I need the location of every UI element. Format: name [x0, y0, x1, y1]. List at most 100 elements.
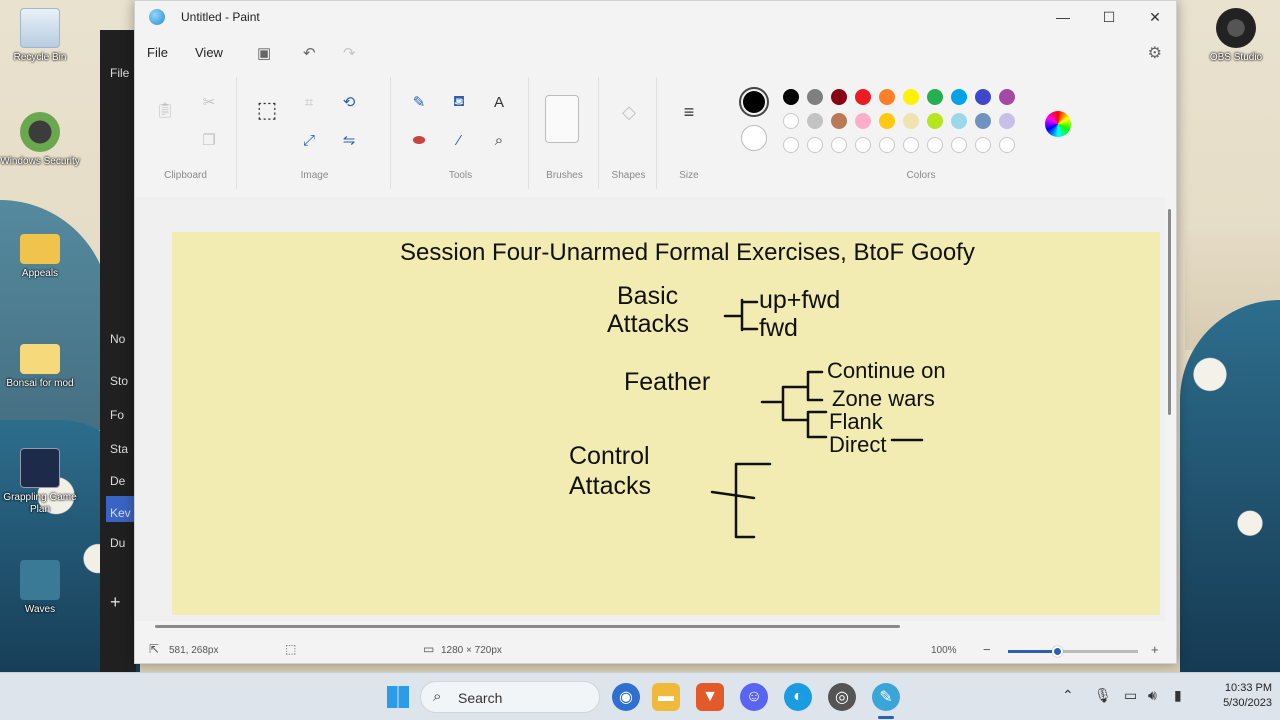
color-swatch[interactable]	[999, 89, 1015, 105]
color-swatch[interactable]	[783, 89, 799, 105]
zoom-slider-thumb[interactable]	[1052, 646, 1063, 657]
color-swatch[interactable]	[927, 113, 943, 129]
close-button[interactable]: ✕	[1132, 1, 1178, 33]
custom-color-slot[interactable]	[831, 137, 847, 153]
bg-app-item[interactable]: No	[110, 332, 125, 346]
bg-app-item[interactable]: De	[110, 474, 125, 488]
background-app-window[interactable]: File No Sto Fo Sta De Kev Du +	[100, 30, 136, 672]
custom-color-slot[interactable]	[999, 137, 1015, 153]
desktop-icon-bonsai[interactable]: Bonsai for mod	[0, 338, 80, 390]
eraser-icon[interactable]: ⬬	[405, 127, 433, 153]
desktop-icon-recycle-bin[interactable]: Recycle Bin	[0, 8, 80, 64]
menu-view[interactable]: View	[195, 45, 223, 60]
flip-icon[interactable]: ⇋	[335, 127, 363, 153]
color-swatch[interactable]	[879, 113, 895, 129]
title-bar[interactable]: Untitled - Paint — ☐ ✕	[135, 1, 1176, 33]
color-swatch[interactable]	[855, 113, 871, 129]
chevron-up-icon[interactable]: ⌃	[1062, 687, 1074, 704]
edge-browser-icon[interactable]: ◐	[784, 683, 812, 711]
shapes-icon[interactable]: ◇	[615, 99, 643, 125]
bg-app-item[interactable]: Du	[110, 536, 125, 550]
bg-app-item[interactable]: Sta	[110, 442, 128, 456]
volume-icon[interactable]: 🔊︎	[1148, 687, 1157, 704]
brave-browser-icon[interactable]: ▼	[696, 683, 724, 711]
secondary-color[interactable]	[741, 125, 767, 151]
discord-icon[interactable]: ☺	[740, 683, 768, 711]
color-swatch[interactable]	[831, 113, 847, 129]
start-button[interactable]	[384, 683, 412, 711]
fill-icon[interactable]: ⛾	[445, 89, 473, 115]
undo-icon[interactable]: ↶	[303, 44, 316, 62]
edit-colors-icon[interactable]	[1045, 111, 1071, 137]
color-swatch[interactable]	[783, 113, 799, 129]
desktop-icon-waves[interactable]: Waves	[0, 560, 80, 616]
custom-color-slot[interactable]	[927, 137, 943, 153]
bg-app-item[interactable]: Fo	[110, 408, 124, 422]
bg-app-add-button[interactable]: +	[110, 592, 121, 613]
desktop-icon-obs-studio[interactable]: OBS Studio	[1196, 8, 1276, 64]
text-icon[interactable]: A	[485, 89, 513, 115]
desktop-icon-appeals[interactable]: Appeals	[0, 228, 80, 280]
bg-app-item[interactable]: Sto	[110, 374, 128, 388]
desktop-icon-grappling[interactable]: Grappling Game Plan	[0, 448, 80, 516]
copy-icon[interactable]: ❐	[195, 127, 223, 153]
bg-app-item[interactable]: Kev	[110, 506, 131, 520]
color-swatch[interactable]	[951, 89, 967, 105]
color-swatch[interactable]	[831, 89, 847, 105]
color-swatch[interactable]	[975, 113, 991, 129]
brush-icon[interactable]	[545, 95, 579, 143]
display-icon[interactable]: ▭	[1124, 687, 1137, 704]
color-swatch[interactable]	[807, 113, 823, 129]
battery-icon[interactable]: ▮	[1174, 687, 1182, 704]
system-clock[interactable]: 10:33 PM 5/30/2023	[1198, 681, 1272, 711]
paste-icon[interactable]: 📋︎	[151, 97, 179, 123]
resize-icon[interactable]: ⤢	[295, 127, 323, 153]
minimize-button[interactable]: —	[1040, 1, 1086, 33]
rotate-icon[interactable]: ⟲	[335, 89, 363, 115]
paint-taskbar-icon[interactable]: ✎	[872, 683, 900, 711]
vertical-scrollbar[interactable]	[1168, 209, 1171, 415]
color-swatch[interactable]	[951, 113, 967, 129]
tools-group: ✎ ⛾ A ⬬ ⁄ ⌕ Tools	[393, 77, 529, 189]
maximize-button[interactable]: ☐	[1086, 1, 1132, 33]
magnifier-icon[interactable]: ⌕	[485, 127, 513, 153]
color-swatch[interactable]	[975, 89, 991, 105]
color-picker-icon[interactable]: ⁄	[445, 127, 473, 153]
drawing-canvas[interactable]: Session Four-Unarmed Formal Exercises, B…	[172, 232, 1160, 615]
color-swatch[interactable]	[855, 89, 871, 105]
custom-color-slot[interactable]	[855, 137, 871, 153]
taskbar-search[interactable]: ⌕ Search	[420, 681, 600, 713]
zoom-out-icon[interactable]: −	[983, 642, 991, 657]
zoom-slider[interactable]	[1008, 646, 1138, 657]
custom-color-slot[interactable]	[903, 137, 919, 153]
file-explorer-icon[interactable]: ▬	[652, 683, 680, 711]
color-swatch[interactable]	[807, 89, 823, 105]
microphone-icon[interactable]: 🎙︎	[1094, 687, 1112, 704]
cut-icon[interactable]: ✂	[195, 89, 223, 115]
color-swatch[interactable]	[903, 113, 919, 129]
custom-color-slot[interactable]	[951, 137, 967, 153]
custom-color-slot[interactable]	[975, 137, 991, 153]
color-swatch[interactable]	[999, 113, 1015, 129]
obs-taskbar-icon[interactable]: ◎	[828, 683, 856, 711]
crop-icon[interactable]: ⌗	[295, 89, 323, 115]
save-icon[interactable]: ▣	[257, 44, 271, 62]
custom-color-slot[interactable]	[879, 137, 895, 153]
primary-color[interactable]	[739, 87, 769, 117]
redo-icon[interactable]: ↷	[343, 44, 356, 62]
color-swatch[interactable]	[879, 89, 895, 105]
custom-color-slot[interactable]	[783, 137, 799, 153]
select-icon[interactable]: ⬚	[253, 97, 281, 123]
settings-icon[interactable]: ⚙	[1148, 43, 1162, 63]
size-icon[interactable]: ≡	[675, 99, 703, 125]
custom-color-slot[interactable]	[807, 137, 823, 153]
desktop-icon-windows-security[interactable]: Windows Security	[0, 112, 80, 168]
zoom-in-icon[interactable]: +	[1151, 642, 1159, 657]
bg-app-menu-file[interactable]: File	[110, 66, 129, 80]
menu-file[interactable]: File	[147, 45, 168, 60]
color-swatch[interactable]	[903, 89, 919, 105]
horizontal-scrollbar[interactable]	[155, 625, 900, 628]
color-swatch[interactable]	[927, 89, 943, 105]
widgets-icon[interactable]: ◉	[612, 683, 640, 711]
pencil-icon[interactable]: ✎	[405, 89, 433, 115]
